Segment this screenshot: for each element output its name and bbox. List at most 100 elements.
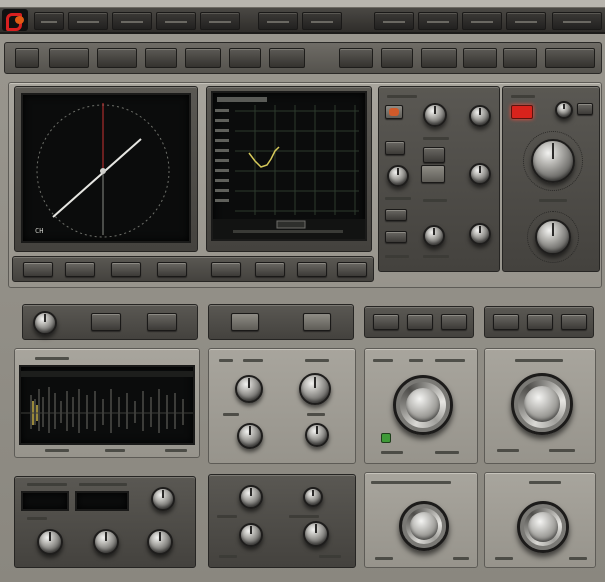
menu-tab-1[interactable] [34, 12, 64, 30]
knob-q2[interactable] [303, 487, 323, 507]
toolbar-button-3[interactable] [97, 48, 137, 68]
knob-a3[interactable] [387, 165, 409, 187]
knob-m1[interactable] [235, 375, 263, 403]
knob-b2[interactable] [531, 139, 575, 183]
transport-button-2[interactable] [65, 262, 95, 277]
knob-p2[interactable] [37, 529, 63, 555]
title-strip [0, 0, 605, 8]
menu-tab-12[interactable] [552, 12, 602, 30]
big-knob-4[interactable] [517, 501, 569, 553]
menu-tab-6[interactable] [258, 12, 298, 30]
toolbar-button-2[interactable] [49, 48, 89, 68]
knob-m2[interactable] [299, 373, 331, 405]
button-a1[interactable] [385, 141, 405, 155]
strip-4-button-1[interactable] [493, 314, 519, 330]
graph-footer-button[interactable] [276, 220, 306, 229]
app-logo-icon[interactable] [2, 9, 28, 31]
strip-3-button-3[interactable] [441, 314, 467, 330]
knob-b3[interactable] [535, 219, 571, 255]
mini-display-1 [21, 491, 69, 511]
graph-footer-scale [233, 230, 343, 233]
button-a4[interactable] [385, 209, 407, 221]
transport-button-5[interactable] [211, 262, 241, 277]
knob-a6[interactable] [469, 223, 491, 245]
toolbar-button-6[interactable] [229, 48, 261, 68]
orange-indicator [389, 108, 399, 116]
scope-panel: CH [14, 86, 198, 252]
menu-tab-7[interactable] [302, 12, 342, 30]
knob-q1[interactable] [239, 485, 263, 509]
waveform-display [21, 371, 193, 433]
strip-2 [208, 304, 354, 340]
transport-button-7[interactable] [297, 262, 327, 277]
strip-4 [484, 306, 594, 338]
button-b1[interactable] [577, 103, 593, 115]
menu-bar [0, 8, 605, 34]
toolbar-button-11[interactable] [463, 48, 497, 68]
knob-m4[interactable] [305, 423, 329, 447]
strip-1 [22, 304, 198, 340]
strip-4-button-3[interactable] [561, 314, 587, 330]
knob-a2[interactable] [469, 105, 491, 127]
big-knob-1[interactable] [393, 375, 453, 435]
scope-channel-label: CH [35, 227, 43, 235]
button-a3[interactable] [421, 165, 445, 183]
knob-p1[interactable] [151, 487, 175, 511]
transport-button-8[interactable] [337, 262, 367, 277]
big-knob-2[interactable] [511, 373, 573, 435]
bottom-big-knob-panel-2 [484, 472, 596, 568]
graph-display [213, 97, 365, 239]
knob-a5[interactable] [423, 225, 445, 247]
toolbar-button-12[interactable] [503, 48, 537, 68]
graph-screen [211, 91, 367, 241]
menu-tab-3[interactable] [112, 12, 152, 30]
transport-button-1[interactable] [23, 262, 53, 277]
knob-s1[interactable] [33, 311, 57, 335]
knob-a4[interactable] [469, 163, 491, 185]
toolbar-button-9[interactable] [381, 48, 413, 68]
strip-1-button-1[interactable] [91, 313, 121, 331]
knob-b1[interactable] [555, 101, 573, 119]
mini-display-2 [75, 491, 129, 511]
menu-tab-2[interactable] [68, 12, 108, 30]
knob-m3[interactable] [237, 423, 263, 449]
strip-3-button-2[interactable] [407, 314, 433, 330]
graph-header-bar [217, 97, 267, 102]
scope-hub [100, 168, 106, 174]
transport-button-3[interactable] [111, 262, 141, 277]
button-a5[interactable] [385, 231, 407, 243]
strip-2-button-1[interactable] [231, 313, 259, 331]
transport-button-4[interactable] [157, 262, 187, 277]
strip-3-button-1[interactable] [373, 314, 399, 330]
transport-button-6[interactable] [255, 262, 285, 277]
toolbar-button-13[interactable] [545, 48, 595, 68]
toolbar-button-4[interactable] [145, 48, 177, 68]
knob-p4[interactable] [147, 529, 173, 555]
menu-tab-8[interactable] [374, 12, 414, 30]
knob-q4[interactable] [303, 521, 329, 547]
menu-tab-5[interactable] [200, 12, 240, 30]
button-a2[interactable] [423, 147, 445, 163]
toolbar-button-8[interactable] [339, 48, 373, 68]
waveform-bars [30, 387, 184, 433]
green-indicator [381, 433, 391, 443]
strip-1-button-2[interactable] [147, 313, 177, 331]
toolbar-button-7[interactable] [269, 48, 305, 68]
menu-tab-4[interactable] [156, 12, 196, 30]
menu-tab-10[interactable] [462, 12, 502, 30]
knob-q3[interactable] [239, 523, 263, 547]
toolbar-button-10[interactable] [421, 48, 457, 68]
toolbar-button-1[interactable] [15, 48, 39, 68]
strip-2-button-2[interactable] [303, 313, 331, 331]
toolbar-button-5[interactable] [185, 48, 221, 68]
strip-4-button-2[interactable] [527, 314, 553, 330]
knob-a1[interactable] [423, 103, 447, 127]
bottom-panel-2 [208, 474, 356, 568]
waveform-screen [19, 365, 195, 445]
menu-tab-11[interactable] [506, 12, 546, 30]
toolbar [4, 42, 602, 74]
knob-p3[interactable] [93, 529, 119, 555]
menu-tab-9[interactable] [418, 12, 458, 30]
big-knob-3[interactable] [399, 501, 449, 551]
red-indicator [511, 105, 533, 119]
